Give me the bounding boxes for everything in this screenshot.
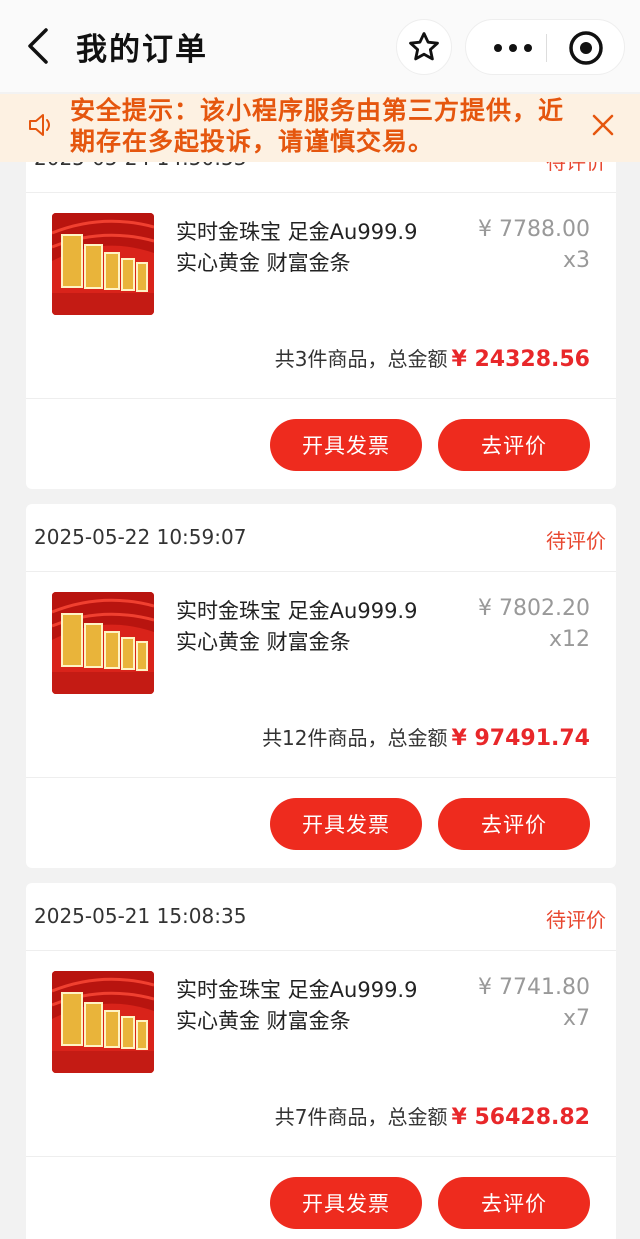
order-total: ¥ 97491.74	[451, 726, 590, 751]
order-summary: 共7件商品，总金额 ¥ 56428.82	[26, 1091, 616, 1157]
review-button[interactable]: 去评价	[438, 1177, 590, 1229]
invoice-button[interactable]: 开具发票	[270, 419, 422, 471]
mini-program-capsule	[465, 19, 625, 75]
page-title: 我的订单	[76, 32, 208, 68]
order-card: 2025-05-21 15:08:35 待评价 实时金珠宝 足金Au999.9实…	[26, 883, 616, 1239]
order-item[interactable]: 实时金珠宝 足金Au999.9实心黄金 财富金条 ¥ 7802.20 x12	[26, 572, 616, 712]
summary-label: 共7件商品，总金额	[274, 1105, 448, 1129]
order-actions: 开具发票 去评价	[26, 1157, 616, 1239]
order-header: 2025-05-21 15:08:35 待评价	[26, 883, 616, 951]
summary-label: 共3件商品，总金额	[274, 347, 448, 371]
product-name: 实时金珠宝 足金Au999.9实心黄金 财富金条	[176, 599, 418, 654]
unit-price: ¥ 7788.00	[478, 217, 590, 242]
order-card: 2025-05-22 10:59:07 待评价 实时金珠宝 足金Au999.9实…	[26, 504, 616, 868]
notice-text: 安全提示：该小程序服务由第三方提供，近期存在多起投诉，请谨慎交易。	[70, 96, 565, 156]
product-thumbnail	[52, 213, 154, 315]
order-actions: 开具发票 去评价	[26, 399, 616, 489]
star-icon	[409, 32, 439, 61]
target-close-icon	[569, 31, 603, 65]
close-icon[interactable]	[590, 112, 616, 138]
back-arrow-icon[interactable]	[22, 26, 56, 66]
review-button[interactable]: 去评价	[438, 798, 590, 850]
favorite-button[interactable]	[396, 19, 452, 75]
speaker-icon	[29, 114, 50, 136]
order-item[interactable]: 实时金珠宝 足金Au999.9实心黄金 财富金条 ¥ 7788.00 x3	[26, 193, 616, 333]
order-summary: 共3件商品，总金额 ¥ 24328.56	[26, 333, 616, 399]
order-actions: 开具发票 去评价	[26, 778, 616, 868]
order-status: 待评价	[546, 908, 606, 932]
summary-label: 共12件商品，总金额	[262, 726, 448, 750]
more-button[interactable]	[484, 20, 542, 76]
order-time: 2025-05-21 15:08:35	[34, 904, 247, 928]
review-button[interactable]: 去评价	[438, 419, 590, 471]
order-total: ¥ 24328.56	[451, 347, 590, 372]
product-thumbnail	[52, 592, 154, 694]
order-total: ¥ 56428.82	[451, 1105, 590, 1130]
more-dots-icon	[494, 44, 532, 52]
invoice-button[interactable]: 开具发票	[270, 798, 422, 850]
unit-price: ¥ 7802.20	[478, 596, 590, 621]
nav-bar: 我的订单	[0, 0, 640, 92]
unit-price: ¥ 7741.80	[478, 975, 590, 1000]
product-thumbnail	[52, 971, 154, 1073]
order-header: 2025-05-22 10:59:07 待评价	[26, 504, 616, 572]
order-time: 2025-05-22 10:59:07	[34, 525, 247, 549]
order-summary: 共12件商品，总金额 ¥ 97491.74	[26, 712, 616, 778]
invoice-button[interactable]: 开具发票	[270, 1177, 422, 1229]
quantity: x12	[548, 627, 590, 652]
capsule-divider	[546, 34, 547, 62]
product-name: 实时金珠宝 足金Au999.9实心黄金 财富金条	[176, 220, 418, 275]
security-notice: 安全提示：该小程序服务由第三方提供，近期存在多起投诉，请谨慎交易。	[0, 94, 640, 162]
quantity: x7	[562, 1006, 590, 1031]
order-card: 2025-05-24 14:50:53 待评价 实时金珠宝 足金Au999.9实…	[26, 125, 616, 489]
quantity: x3	[562, 248, 590, 273]
order-item[interactable]: 实时金珠宝 足金Au999.9实心黄金 财富金条 ¥ 7741.80 x7	[26, 951, 616, 1091]
order-status: 待评价	[546, 529, 606, 553]
product-name: 实时金珠宝 足金Au999.9实心黄金 财富金条	[176, 978, 418, 1033]
close-mini-program-button[interactable]	[560, 20, 612, 76]
